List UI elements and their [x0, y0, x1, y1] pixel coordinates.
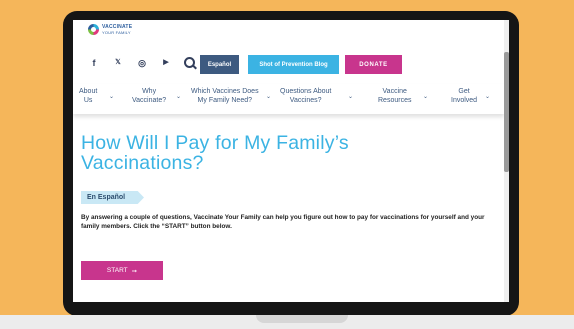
nav-label: Questions About Vaccines?	[280, 88, 332, 104]
nav-label: Get Involved	[451, 88, 478, 104]
chevron-down-icon: ⌄	[485, 94, 491, 100]
nav-which-vaccines[interactable]: Which Vaccines Does My Family Need? ⌄	[191, 87, 271, 105]
nav-questions-about-vaccines[interactable]: Questions About Vaccines? ⌄	[280, 87, 353, 105]
page-title: How Will I Pay for My Family’s Vaccinati…	[81, 132, 349, 174]
facebook-icon[interactable]: f	[88, 58, 100, 68]
nav-label: Why Vaccinate?	[132, 88, 167, 104]
logo-text: VACCINATE YOUR FAMILY	[102, 24, 132, 35]
chevron-down-icon: ⌄	[176, 94, 182, 100]
search-icon-handle	[192, 64, 197, 70]
nav-about-us[interactable]: About Us ⌄	[79, 87, 114, 105]
twitter-icon[interactable]: 𝕏	[112, 58, 124, 68]
main-nav: About Us ⌄ Why Vaccinate? ⌄ Which Vaccin…	[73, 84, 504, 114]
nav-why-vaccinate[interactable]: Why Vaccinate? ⌄	[132, 87, 181, 105]
youtube-icon[interactable]: ▶	[160, 58, 172, 68]
en-espanol-link[interactable]: En Español	[81, 191, 144, 204]
start-label: START	[106, 267, 128, 274]
scrollbar[interactable]	[504, 20, 509, 302]
social-links: f 𝕏 ◎ ▶	[88, 57, 197, 70]
site-logo[interactable]: VACCINATE YOUR FAMILY	[88, 24, 132, 35]
nav-get-involved[interactable]: Get Involved ⌄	[451, 87, 490, 105]
browser-screen: VACCINATE YOUR FAMILY f 𝕏 ◎ ▶ Español Sh…	[73, 20, 509, 302]
nav-vaccine-resources[interactable]: Vaccine Resources ⌄	[378, 87, 428, 105]
logo-icon	[88, 24, 99, 35]
espanol-button[interactable]: Español	[200, 55, 239, 74]
blog-button[interactable]: Shot of Prevention Blog	[248, 55, 339, 74]
scrollbar-thumb[interactable]	[504, 52, 509, 172]
arrow-right-icon: ➞	[131, 267, 138, 275]
chevron-down-icon: ⌄	[266, 94, 272, 100]
nav-label: Which Vaccines Does My Family Need?	[191, 88, 259, 104]
laptop-notch	[256, 315, 348, 323]
intro-text: By answering a couple of questions, Vacc…	[81, 214, 485, 230]
logo-line2: YOUR FAMILY	[102, 29, 131, 35]
chevron-down-icon: ⌄	[109, 94, 115, 100]
start-button[interactable]: START ➞	[81, 261, 163, 280]
instagram-icon[interactable]: ◎	[136, 58, 148, 68]
search-icon[interactable]	[184, 57, 197, 70]
nav-label: Vaccine Resources	[378, 88, 412, 104]
chevron-down-icon: ⌄	[348, 94, 354, 100]
nav-label: About Us	[79, 88, 98, 104]
donate-button[interactable]: DONATE	[345, 55, 402, 74]
chevron-down-icon: ⌄	[423, 94, 429, 100]
